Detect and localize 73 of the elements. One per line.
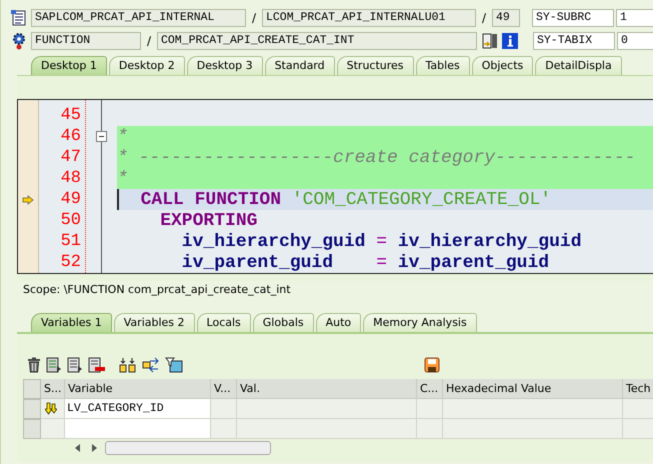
list-document-icon: [10, 9, 28, 27]
code-line: EXPORTING: [159, 210, 258, 230]
variables-tab[interactable]: Locals: [196, 313, 251, 332]
code-line: CALL FUNCTION 'COM_CATEGORY_CREATE_OL': [140, 190, 552, 210]
line-number: 45: [60, 106, 81, 125]
arrows-icon[interactable]: [142, 357, 160, 373]
desktop-tab[interactable]: Standard: [264, 56, 335, 75]
variables-tab[interactable]: Variables 2: [114, 313, 195, 332]
column-header[interactable]: Hexadecimal Value: [443, 379, 623, 399]
code-line: * ------------------create category-------------: [117, 148, 636, 168]
separator: /: [250, 11, 258, 25]
scrollbar-thumb[interactable]: [105, 441, 271, 455]
table-cell: [417, 399, 443, 419]
code-line: iv_hierarchy_guid = iv_hierarchy_guid: [180, 232, 582, 252]
variables-tab[interactable]: Memory Analysis: [363, 313, 477, 332]
info-icon[interactable]: [502, 33, 518, 49]
variables-tab[interactable]: Variables 1: [31, 313, 112, 332]
desktop-tab[interactable]: DetailDispla: [535, 56, 622, 75]
event-field[interactable]: COM_PRCAT_API_CREATE_CAT_INT: [157, 32, 477, 50]
table-cell: [623, 399, 653, 419]
line-number: 52: [60, 253, 81, 272]
code-line: iv_parent_guid = iv_parent_guid: [180, 252, 550, 272]
program-field[interactable]: SAPLCOM_PRCAT_API_INTERNAL: [31, 9, 246, 27]
column-header[interactable]: Val.: [237, 379, 417, 399]
table-cell: [211, 399, 237, 419]
line-field[interactable]: 49: [492, 9, 520, 27]
column-header[interactable]: Tech: [623, 379, 653, 399]
filter-icon[interactable]: [165, 357, 183, 373]
desktop-tab[interactable]: Structures: [336, 56, 414, 75]
sy-field-label[interactable]: SY-SUBRC: [532, 9, 614, 27]
line-number: 46: [60, 127, 81, 146]
scroll-left-icon[interactable]: [75, 444, 80, 452]
gear-icon: [10, 32, 28, 50]
column-header[interactable]: S...: [41, 379, 65, 399]
column-header[interactable]: C...: [417, 379, 443, 399]
code-line: *: [117, 168, 128, 188]
line-number: 47: [60, 148, 81, 167]
scope-text: Scope: \FUNCTION com_prcat_api_create_cat_int: [22, 282, 292, 298]
desktop-tab[interactable]: Desktop 1: [31, 56, 107, 75]
document-arrow-icon[interactable]: [46, 357, 62, 373]
include-field[interactable]: LCOM_PRCAT_API_INTERNALU01: [262, 9, 476, 27]
variables-tab[interactable]: Globals: [252, 313, 314, 332]
sy-field-value[interactable]: 0: [617, 32, 653, 50]
line-number: 50: [60, 211, 81, 230]
table-cell: [417, 419, 443, 439]
separator: /: [146, 34, 152, 48]
desktop-tab[interactable]: Desktop 3: [186, 56, 263, 75]
event-type-field[interactable]: FUNCTION: [31, 32, 141, 50]
document-delete-icon[interactable]: [88, 357, 106, 373]
separator: /: [480, 11, 488, 25]
table-cell: [623, 419, 653, 439]
desktop-tab[interactable]: Tables: [416, 56, 470, 75]
code-line: *: [117, 126, 128, 146]
table-cell: [211, 419, 237, 439]
document-arrow-icon[interactable]: [67, 357, 83, 373]
scroll-right-icon[interactable]: [92, 444, 97, 452]
document-arrow-icon[interactable]: [481, 32, 499, 50]
line-number: 48: [60, 169, 81, 188]
trash-icon[interactable]: [27, 357, 41, 373]
save-icon[interactable]: [424, 357, 440, 373]
sy-field-value[interactable]: 1: [616, 9, 653, 27]
desktop-tab[interactable]: Desktop 2: [108, 56, 185, 75]
watchpoint-icon: [45, 402, 57, 416]
sort-icon[interactable]: [119, 357, 137, 373]
line-number: 51: [60, 232, 81, 251]
collapse-icon[interactable]: [96, 131, 107, 142]
line-number: 49: [60, 190, 81, 209]
variables-tab[interactable]: Auto: [316, 313, 362, 332]
table-cell: LV_CATEGORY_ID: [65, 399, 211, 419]
column-header[interactable]: Variable: [65, 379, 211, 399]
column-header[interactable]: V...: [211, 379, 237, 399]
desktop-tab[interactable]: Objects: [472, 56, 534, 75]
sy-field-label[interactable]: SY-TABIX: [533, 32, 615, 50]
